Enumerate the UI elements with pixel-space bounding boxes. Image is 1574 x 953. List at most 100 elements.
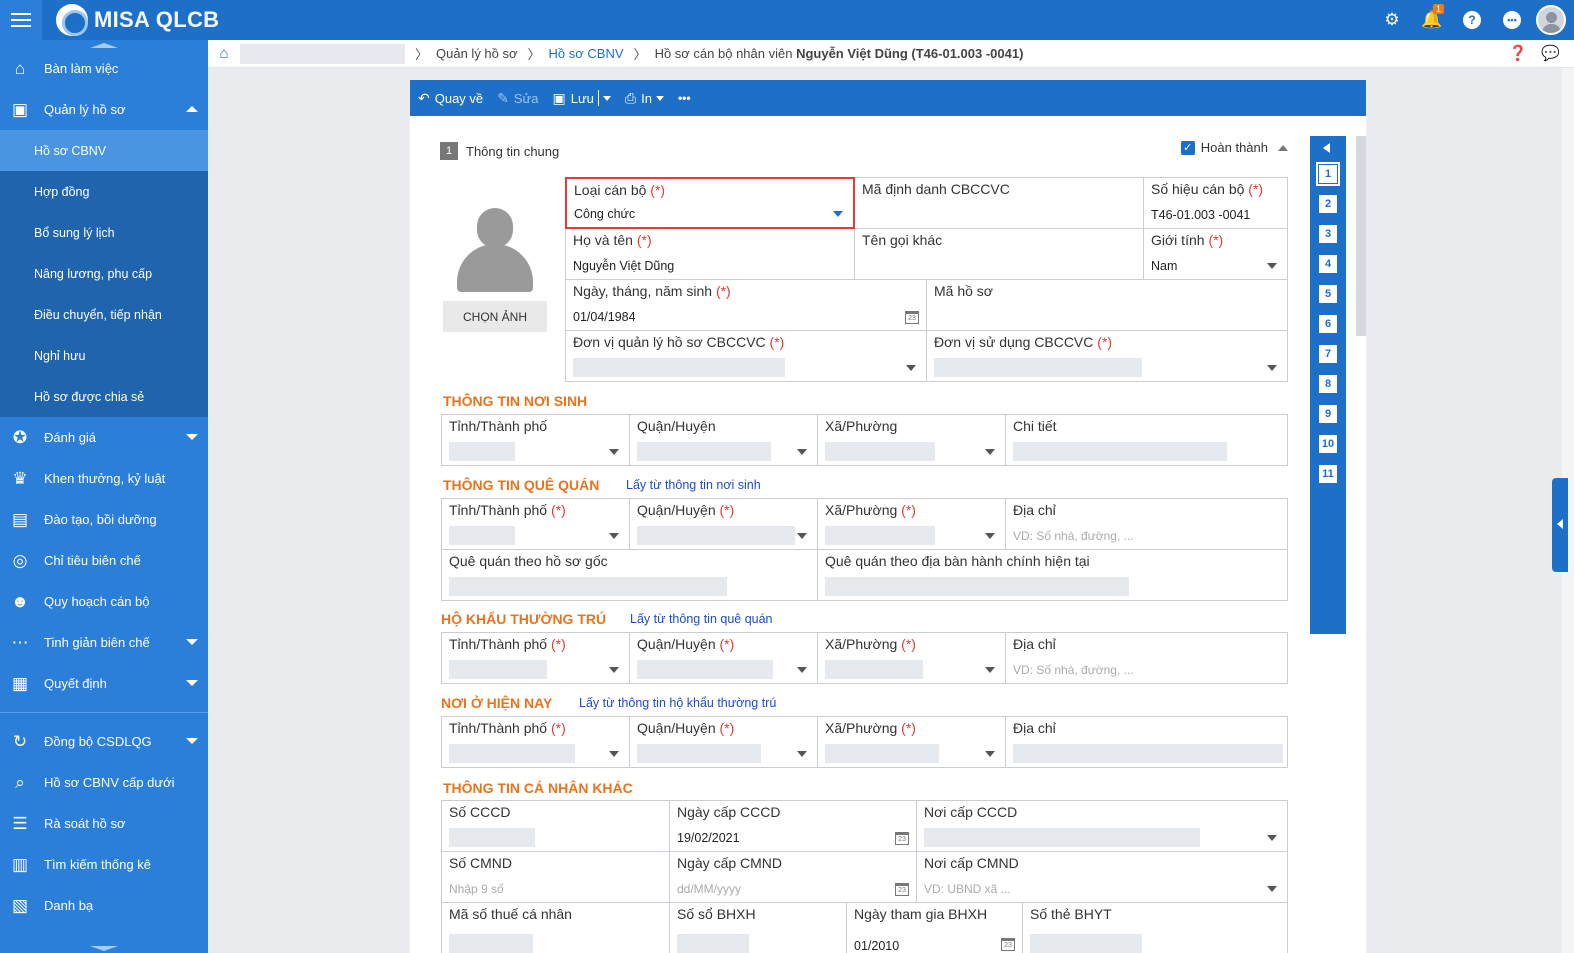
noi-o-dia-chi-field[interactable]: Địa chỉ [1005, 716, 1288, 768]
ho-khau-tinh-select[interactable]: Tỉnh/Thành phố (*) [441, 632, 630, 684]
chevron-left-icon[interactable] [1323, 143, 1330, 153]
section-nav-item[interactable]: 7 [1318, 344, 1338, 364]
sidebar-item-dao-tao[interactable]: ▤ Đào tạo, bồi dưỡng [0, 499, 208, 540]
sidebar-item-quyet-dinh[interactable]: ▦ Quyết định [0, 663, 208, 704]
so-cccd-field[interactable]: Số CCCD [441, 800, 670, 852]
edit-button[interactable]: ✎ Sửa [497, 90, 538, 107]
que-quan-xa-select[interactable]: Xã/Phường (*) [817, 498, 1006, 550]
sidebar-item-khen-thuong[interactable]: ♛ Khen thưởng, kỷ luật [0, 458, 208, 499]
help-icon[interactable]: ❓ [1509, 44, 1528, 62]
sidebar-item-danh-gia[interactable]: ✪ Đánh giá [0, 417, 208, 458]
section-nav-item[interactable]: 10 [1318, 434, 1338, 454]
section-nav-item[interactable]: 3 [1318, 224, 1338, 244]
que-quan-dia-chi-field[interactable]: Địa chỉ VD: Số nhà, đường, ... [1005, 498, 1288, 550]
loai-can-bo-select[interactable]: Loại cán bộ (*) Công chức [565, 177, 855, 229]
ten-goi-khac-field[interactable]: Tên gọi khác [854, 228, 1144, 280]
gioi-tinh-select[interactable]: Giới tính (*) Nam [1143, 228, 1288, 280]
menu-icon[interactable] [0, 0, 42, 40]
breadcrumb-item-quan-ly[interactable]: 〉 Quản lý hồ sơ [415, 44, 518, 63]
gear-icon[interactable]: ⚙ [1372, 0, 1412, 40]
sidebar-subitem-nang-luong[interactable]: Nâng lương, phụ cấp [0, 253, 208, 294]
back-button[interactable]: ↶ Quay về [418, 90, 483, 107]
noi-sinh-huyen-select[interactable]: Quận/Huyện [629, 414, 818, 466]
home-icon[interactable]: ⌂ [208, 45, 240, 62]
sidebar-item-tinh-gian[interactable]: ⋯ Tinh giản biên chế [0, 622, 208, 663]
que-quan-huyen-select[interactable]: Quận/Huyện (*) [629, 498, 818, 550]
sidebar-subitem-nghi-huu[interactable]: Nghỉ hưu [0, 335, 208, 376]
calendar-icon[interactable]: 23 [895, 832, 909, 845]
more-button[interactable]: ••• [678, 91, 691, 105]
que-quan-tinh-select[interactable]: Tỉnh/Thành phố (*) [441, 498, 630, 550]
help-icon[interactable]: ? [1452, 0, 1492, 40]
noi-sinh-chi-tiet-field[interactable]: Chi tiết [1005, 414, 1288, 466]
don-vi-su-dung-select[interactable]: Đơn vị sử dụng CBCCVC (*) [926, 330, 1288, 382]
done-checkbox[interactable]: ✓ Hoàn thành [1180, 140, 1288, 155]
side-panel-toggle[interactable] [1552, 478, 1568, 572]
ho-ten-field[interactable]: Họ và tên (*) Nguyễn Việt Dũng [565, 228, 855, 280]
chat-icon[interactable]: 💬 [1541, 44, 1560, 62]
noi-o-tinh-select[interactable]: Tỉnh/Thành phố (*) [441, 716, 630, 768]
ho-khau-huyen-select[interactable]: Quận/Huyện (*) [629, 632, 818, 684]
section-nav-item[interactable]: 9 [1318, 404, 1338, 424]
form-scrollbar[interactable] [1356, 136, 1366, 336]
ngay-bhxh-field[interactable]: Ngày tham gia BHXH 01/2010 23 [846, 902, 1023, 953]
sidebar-item-quan-ly-ho-so[interactable]: ▣ Quản lý hồ sơ [0, 89, 208, 130]
noi-o-huyen-select[interactable]: Quận/Huyện (*) [629, 716, 818, 768]
ma-ho-so-field[interactable]: Mã hồ sơ [926, 279, 1288, 331]
calendar-icon[interactable]: 23 [1001, 938, 1015, 951]
so-bhyt-field[interactable]: Số thẻ BHYT [1022, 902, 1288, 953]
ho-khau-dia-chi-field[interactable]: Địa chỉ VD: Số nhà, đường, ... [1005, 632, 1288, 684]
sidebar-subitem-ho-so-cbnv[interactable]: Hồ sơ CBNV [0, 130, 208, 171]
app-logo[interactable]: MISA QLCB [56, 4, 219, 36]
noi-cap-cccd-select[interactable]: Nơi cấp CCCD [916, 800, 1288, 852]
que-quan-goc-field[interactable]: Quê quán theo hồ sơ gốc [441, 549, 818, 601]
section-nav-item[interactable]: 4 [1318, 254, 1338, 274]
sidebar-item-quy-hoach[interactable]: ☻ Quy hoạch cán bộ [0, 581, 208, 622]
choose-photo-button[interactable]: CHỌN ẢNH [443, 301, 547, 332]
ngay-cap-cccd-field[interactable]: Ngày cấp CCCD 19/02/2021 23 [669, 800, 917, 852]
sidebar-item-ra-soat[interactable]: ☰ Rà soát hồ sơ [0, 803, 208, 844]
so-bhxh-field[interactable]: Số sổ BHXH [669, 902, 847, 953]
sidebar-subitem-bo-sung-ly-lich[interactable]: Bổ sung lý lịch [0, 212, 208, 253]
so-cmnd-field[interactable]: Số CMND Nhập 9 số [441, 851, 670, 903]
sidebar-scroll-down[interactable] [0, 946, 208, 951]
mst-field[interactable]: Mã số thuế cá nhân [441, 902, 670, 953]
copy-from-birthplace-link[interactable]: Lấy từ thông tin nơi sinh [626, 478, 761, 492]
save-button[interactable]: ▣ Lưu [553, 90, 611, 107]
more-icon[interactable]: ••• [1492, 0, 1532, 40]
copy-from-hometown-link[interactable]: Lấy từ thông tin quê quán [630, 612, 773, 626]
sidebar-subitem-hop-dong[interactable]: Hợp đồng [0, 171, 208, 212]
section-header-general[interactable]: 1 Thông tin chung ✓ Hoàn thành [440, 140, 1298, 162]
breadcrumb-item-ho-so-cbnv[interactable]: 〉 Hồ sơ CBNV [528, 44, 624, 63]
print-button[interactable]: ⎙ In [625, 90, 664, 107]
ma-dinh-danh-field[interactable]: Mã định danh CBCCVC [854, 177, 1144, 229]
section-nav-item[interactable]: 2 [1318, 194, 1338, 214]
sidebar-item-danh-ba[interactable]: ▧ Danh bạ [0, 885, 208, 926]
sidebar-subitem-chia-se[interactable]: Hồ sơ được chia sẻ [0, 376, 208, 417]
sidebar-item-cap-duoi[interactable]: ⌕ Hồ sơ CBNV cấp dưới [0, 762, 208, 803]
ngay-cap-cmnd-field[interactable]: Ngày cấp CMND dd/MM/yyyy 23 [669, 851, 917, 903]
section-nav-item[interactable]: 6 [1318, 314, 1338, 334]
don-vi-quan-ly-select[interactable]: Đơn vị quản lý hồ sơ CBCCVC (*) [565, 330, 927, 382]
noi-sinh-xa-select[interactable]: Xã/Phường [817, 414, 1006, 466]
sidebar-item-dong-bo[interactable]: ↻ Đồng bộ CSDLQG [0, 721, 208, 762]
que-quan-hien-tai-field[interactable]: Quê quán theo địa bàn hành chính hiện tạ… [817, 549, 1288, 601]
sidebar-scroll-up[interactable] [0, 40, 208, 48]
section-nav-item[interactable]: 1 [1316, 162, 1340, 186]
copy-from-residence-link[interactable]: Lấy từ thông tin hộ khẩu thường trú [579, 696, 776, 710]
collapse-icon[interactable] [1278, 144, 1288, 151]
so-hieu-field[interactable]: Số hiệu cán bộ (*) T46-01.003 -0041 [1143, 177, 1288, 229]
section-nav-item[interactable]: 8 [1318, 374, 1338, 394]
noi-sinh-tinh-select[interactable]: Tỉnh/Thành phố [441, 414, 630, 466]
sidebar-item-chi-tieu[interactable]: ◎ Chỉ tiêu biên chế [0, 540, 208, 581]
calendar-icon[interactable]: 23 [895, 883, 909, 896]
noi-cap-cmnd-select[interactable]: Nơi cấp CMND VD: UBND xã ... [916, 851, 1288, 903]
sidebar-item-ban-lam-viec[interactable]: ⌂ Bàn làm việc [0, 48, 208, 89]
sidebar-subitem-dieu-chuyen[interactable]: Điều chuyển, tiếp nhận [0, 294, 208, 335]
ho-khau-xa-select[interactable]: Xã/Phường (*) [817, 632, 1006, 684]
sidebar-item-tim-kiem[interactable]: ▥ Tìm kiếm thống kê [0, 844, 208, 885]
section-nav-item[interactable]: 5 [1318, 284, 1338, 304]
section-nav-item[interactable]: 11 [1318, 464, 1338, 484]
ngay-sinh-field[interactable]: Ngày, tháng, năm sinh (*) 01/04/1984 23 [565, 279, 927, 331]
avatar[interactable] [1536, 5, 1566, 35]
